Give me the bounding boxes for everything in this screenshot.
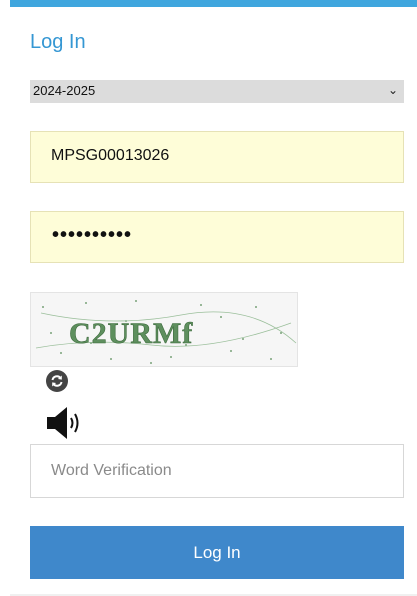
page-title: Log In bbox=[30, 31, 86, 53]
speaker-icon[interactable] bbox=[45, 404, 87, 442]
refresh-icon[interactable] bbox=[45, 369, 69, 393]
captcha-text: C2URMf bbox=[69, 317, 193, 350]
username-field[interactable]: MPSG00013026 bbox=[30, 131, 404, 183]
word-verification-input[interactable] bbox=[30, 444, 404, 498]
captcha-image: C2URMf bbox=[30, 292, 298, 367]
username-value: MPSG00013026 bbox=[51, 147, 170, 164]
year-select[interactable]: 2024-2025 ⌄ bbox=[30, 80, 404, 103]
top-accent-bar bbox=[10, 0, 417, 7]
password-value: •••••••••• bbox=[52, 224, 133, 246]
password-field[interactable]: •••••••••• bbox=[30, 211, 404, 263]
login-button[interactable]: Log In bbox=[30, 526, 404, 579]
chevron-down-icon: ⌄ bbox=[387, 83, 398, 97]
year-select-value: 2024-2025 bbox=[33, 83, 96, 98]
